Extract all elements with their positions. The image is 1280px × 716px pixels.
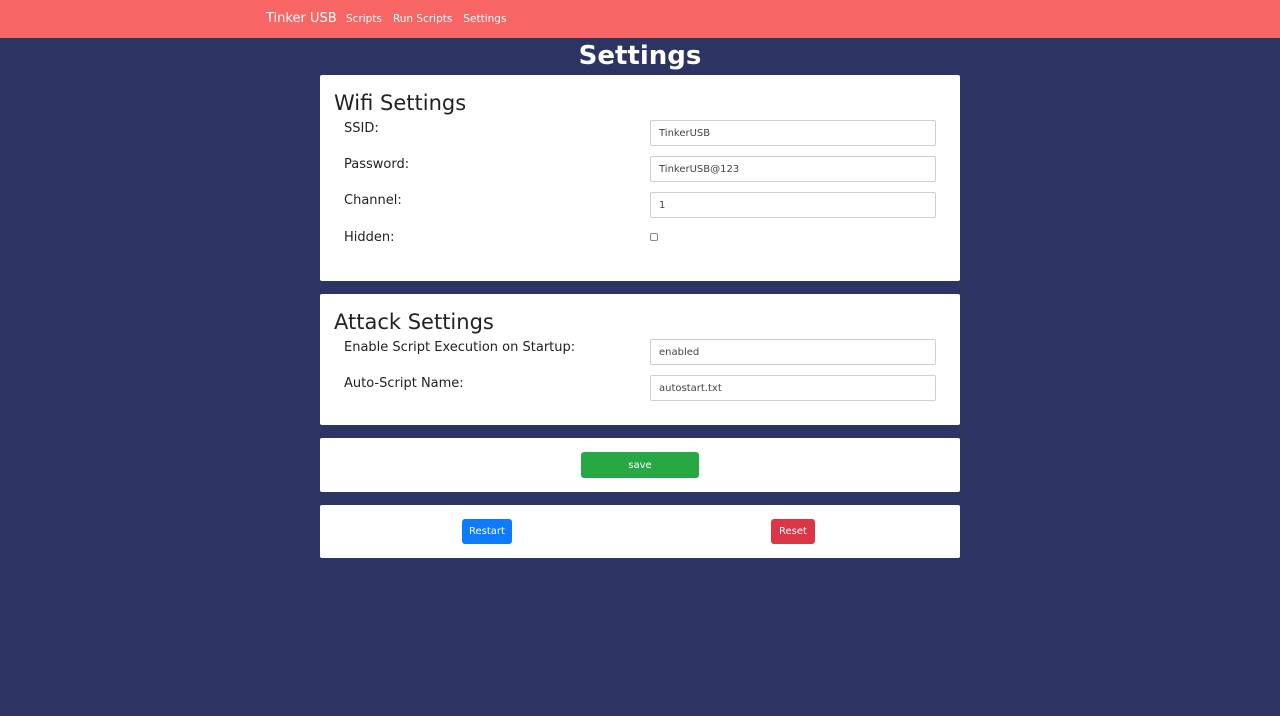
nav-link-scripts[interactable]: Scripts: [346, 13, 382, 25]
page-title: Settings: [578, 41, 702, 71]
brand-logo-text[interactable]: Tinker USB: [266, 0, 337, 38]
save-card: save: [320, 438, 960, 492]
password-input[interactable]: [650, 156, 936, 182]
nav-links: Scripts Run Scripts Settings: [346, 0, 517, 38]
restart-button[interactable]: Restart: [462, 519, 512, 544]
attack-settings-card: Attack Settings Enable Script Execution …: [320, 294, 960, 425]
ssid-input[interactable]: [650, 120, 936, 146]
channel-input[interactable]: [650, 192, 936, 218]
wifi-settings-card: Wifi Settings SSID: Password: Channel: H…: [320, 75, 960, 281]
hidden-label: Hidden:: [344, 230, 395, 245]
attack-settings-title: Attack Settings: [334, 310, 494, 334]
save-button[interactable]: save: [581, 452, 699, 478]
hidden-checkbox[interactable]: [650, 233, 658, 241]
power-actions-card: Restart Reset: [320, 505, 960, 558]
nav-link-run-scripts[interactable]: Run Scripts: [393, 13, 452, 25]
top-navbar: Tinker USB Scripts Run Scripts Settings: [0, 0, 1280, 38]
password-label: Password:: [344, 157, 410, 172]
startup-execution-label: Enable Script Execution on Startup:: [344, 340, 576, 355]
reset-button[interactable]: Reset: [771, 519, 815, 544]
autoscript-name-input[interactable]: [650, 375, 936, 401]
wifi-settings-title: Wifi Settings: [334, 91, 467, 115]
startup-execution-select[interactable]: [650, 339, 936, 365]
nav-link-settings[interactable]: Settings: [463, 13, 506, 25]
autoscript-name-label: Auto-Script Name:: [344, 376, 464, 391]
ssid-label: SSID:: [344, 121, 379, 136]
channel-label: Channel:: [344, 193, 402, 208]
